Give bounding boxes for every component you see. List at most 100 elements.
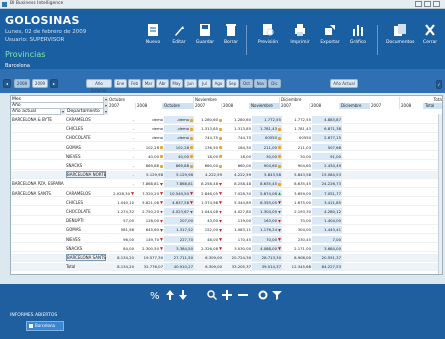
month-nov-button[interactable]: Nov xyxy=(254,79,267,88)
table-row[interactable]: GOMAS - 102,28 102,28 136,50 184,30 211,00 211,… xyxy=(11,143,442,152)
column-header-year[interactable]: Octubre xyxy=(163,103,194,109)
maximize-button[interactable] xyxy=(424,1,431,7)
dropdown-icon[interactable] xyxy=(60,109,65,115)
month-may-button[interactable]: May xyxy=(170,79,183,88)
trend-down-icon xyxy=(278,210,281,214)
year-2008-button[interactable]: 2008 xyxy=(14,79,30,88)
settings-icon[interactable] xyxy=(258,290,268,300)
column-header-year[interactable]: 2007 xyxy=(280,103,310,109)
window-close-button[interactable] xyxy=(433,1,440,7)
cell-value: 1.083,11 xyxy=(234,227,251,233)
filter-year-actual[interactable]: Año actual xyxy=(11,109,65,115)
table-row[interactable]: CHOCOLATE - demo -demo 744,75 744,75 00550 0055… xyxy=(11,134,442,143)
table-row[interactable]: SNACKS - 869,88 869,88 660,00 660,00 904,60 904… xyxy=(11,162,442,170)
column-header-year[interactable]: 2007 xyxy=(370,103,400,109)
column-header-year[interactable]: 2008 xyxy=(310,103,340,109)
table-row[interactable]: BARCELONA PZA. ESPAÑA - 7.868,81 7.868,81 8.… xyxy=(11,180,442,189)
cell-value: 20.724,30 xyxy=(231,255,251,260)
table-row[interactable]: BARCELONA & BYTE CARAMELOS - demo -demo 1.280… xyxy=(11,116,442,124)
month-jul-button[interactable]: Jul xyxy=(198,79,211,88)
month-jun-button[interactable]: Jun xyxy=(184,79,197,88)
warning-icon xyxy=(190,164,193,168)
column-header-year[interactable]: 2008 xyxy=(136,103,163,109)
cell-value: - xyxy=(132,172,134,178)
plus-icon[interactable] xyxy=(222,290,232,300)
percent-icon[interactable]: % xyxy=(150,290,160,300)
table-cell: 744,75 xyxy=(223,134,252,141)
month-feb-button[interactable]: Feb xyxy=(128,79,141,88)
edit-button[interactable]: Editar xyxy=(165,23,193,57)
table-row[interactable]: NIEVES 96,00 149,70 227,70 48,00 170,45 70,00 2… xyxy=(11,235,442,244)
table-cell: 1.040,10 xyxy=(108,199,135,206)
year-2009-button[interactable]: 2009 xyxy=(32,79,48,88)
cell-value: 8.134,20 xyxy=(117,255,134,260)
table-row[interactable]: GOMAS 581,98 645,60 1.317,52 152,00 1.083,11 1… xyxy=(11,226,442,235)
open-report-tab[interactable]: Barcelona xyxy=(26,321,64,331)
cell-value: 30,00 xyxy=(300,153,311,159)
documents-button[interactable]: Documentos xyxy=(386,23,414,57)
month-dic-button[interactable]: Dic xyxy=(268,79,281,88)
table-cell: 18,00 xyxy=(194,153,223,160)
table-row[interactable]: CHICLES 1.040,10 5.821,08 4.637,58 1.374,98 5… xyxy=(11,198,442,207)
table-row[interactable]: BARCELONA SANTS 8.134,20 19.577,30 27.711,5… xyxy=(11,254,442,262)
trend-down-icon xyxy=(219,192,222,196)
column-header-year[interactable]: 2007 xyxy=(108,103,136,109)
vertical-scrollbar[interactable] xyxy=(438,114,442,274)
pin-icon[interactable]: ✓ xyxy=(436,80,442,89)
next-arrow-button[interactable]: ▸ xyxy=(50,79,58,88)
app-icon xyxy=(2,2,7,7)
table-row[interactable]: CHOCOLATE 1.274,32 2.750,20 4.023,67 1.044,0… xyxy=(11,208,442,216)
column-header-year[interactable]: Total xyxy=(424,103,442,109)
table-row[interactable]: DENUPTI 57,00 128,00 207,00 43,00 119,00 163,0… xyxy=(11,217,442,225)
column-header-year[interactable]: Diciembre xyxy=(340,103,370,109)
column-header-year[interactable]: 2007 xyxy=(194,103,222,109)
table-row[interactable]: SNACKS 84,00 2.300,50 3.384,50 2.326,08 3.030… xyxy=(11,244,442,253)
table-row[interactable]: BARCELONA NORTE - 5.129,98 5.129,98 4.222,59… xyxy=(11,171,442,179)
month-ene-button[interactable]: Ene xyxy=(114,79,127,88)
table-row[interactable]: BARCELONA SANTS CARAMELOS 2.028,30 7.320,20… xyxy=(11,189,442,198)
table-cell: 8.908,00 xyxy=(282,254,312,261)
cell-value: 2.028,30 xyxy=(113,190,130,196)
table-cell: 3.411,85 xyxy=(312,198,342,206)
table-row[interactable]: Total 8.134,20 32.776,07 40.910,27 6.309,00 3… xyxy=(11,263,442,271)
sort-up-icon[interactable] xyxy=(165,290,175,300)
save-button[interactable]: Guardar xyxy=(191,23,219,57)
print-button[interactable]: Imprimir xyxy=(286,23,314,57)
month-abr-button[interactable]: Abr xyxy=(156,79,169,88)
month-oct-button[interactable]: Oct xyxy=(240,79,253,88)
new-button[interactable]: Nuevo xyxy=(139,23,167,57)
column-header-year[interactable]: Noviembre xyxy=(250,103,280,109)
month-ago-button[interactable]: Ago xyxy=(212,79,225,88)
cell-value: - xyxy=(132,126,134,132)
table-cell: 4.883,87 xyxy=(312,116,342,123)
month-sep-button[interactable]: Sep xyxy=(226,79,239,88)
filter-icon[interactable] xyxy=(272,290,282,300)
trend-down-icon xyxy=(160,219,163,223)
column-header-year[interactable]: 2008 xyxy=(222,103,250,109)
preview-button[interactable]: Previsión xyxy=(254,23,282,57)
table-row[interactable]: NIEVES - 40,00 40,00 18,00 18,00 30,00 30,00 91,… xyxy=(11,152,442,161)
delete-button[interactable]: Borrar xyxy=(217,23,245,57)
column-header-year[interactable]: 2008 xyxy=(400,103,424,109)
table-cell: 163,00 xyxy=(252,217,282,225)
cell-value: 32.776,07 xyxy=(143,264,163,270)
minimize-button[interactable] xyxy=(415,1,422,7)
cell-value: 869,88 xyxy=(175,163,189,168)
zoom-icon[interactable] xyxy=(207,290,217,300)
previous-year-button[interactable]: Año Anterior xyxy=(86,79,112,93)
close-button[interactable]: Cerrar xyxy=(416,23,444,57)
month-mar-button[interactable]: Mar xyxy=(142,79,155,88)
cell-value: -demo xyxy=(176,117,189,122)
sort-down-icon[interactable] xyxy=(178,290,188,300)
filter-department[interactable]: Departamento xyxy=(66,109,108,115)
export-button[interactable]: Exportar xyxy=(316,23,344,57)
prev-arrow-button[interactable]: ◂ xyxy=(3,79,11,88)
minus-icon[interactable] xyxy=(238,290,248,300)
warning-icon xyxy=(278,127,281,131)
table-cell: demo xyxy=(135,134,164,141)
chart-button[interactable]: Gráfico xyxy=(344,23,372,57)
current-year-button[interactable]: Año Actual xyxy=(330,79,358,88)
table-cell: 8.635,45 xyxy=(282,180,312,187)
table-row[interactable]: CHICLES - demo -demo 1.313,85 1.313,85 1.781,4… xyxy=(11,125,442,133)
row-item-label: SNACKS xyxy=(66,245,83,251)
